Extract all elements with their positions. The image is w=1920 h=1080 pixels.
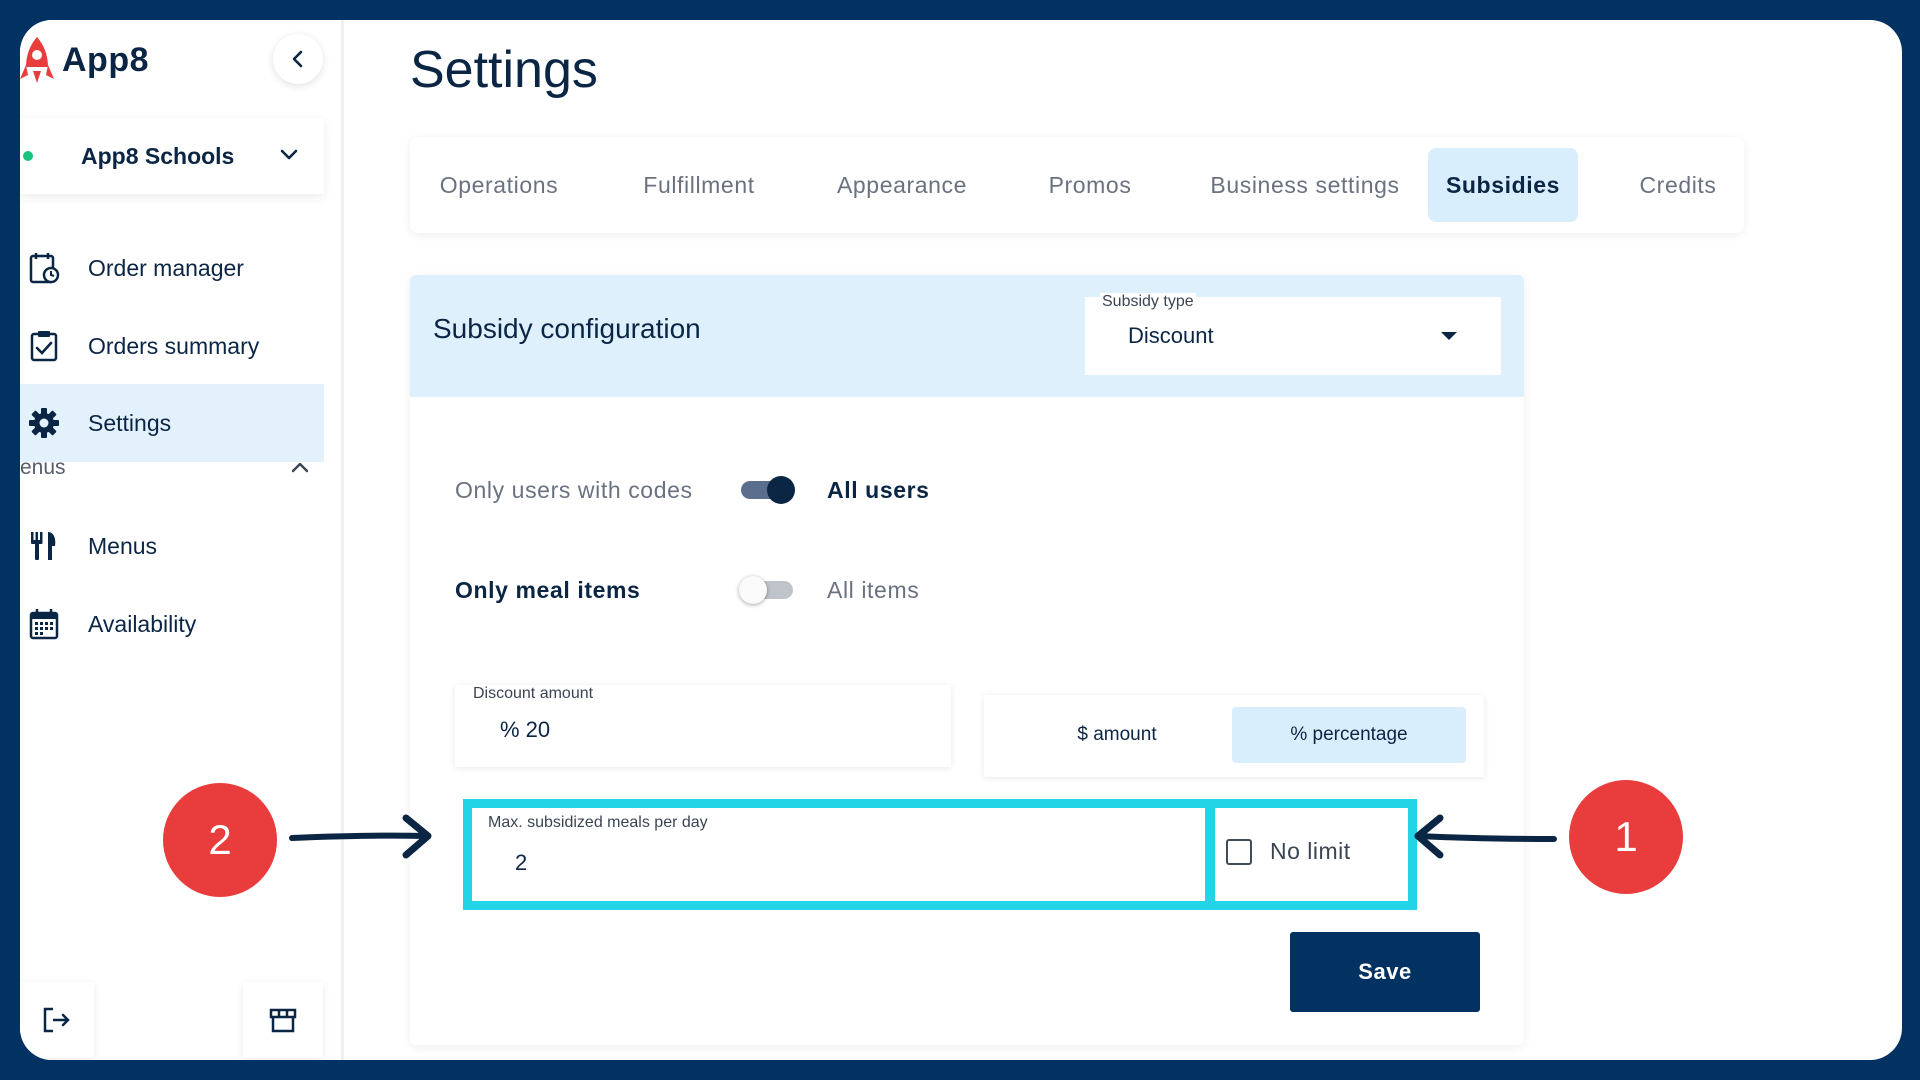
- rocket-logo-icon: [20, 37, 54, 83]
- users-toggle[interactable]: [741, 476, 795, 504]
- arrow-right-icon: [289, 814, 432, 859]
- sidebar-item-label: Settings: [88, 409, 172, 436]
- mode-amount-option[interactable]: $ amount: [994, 707, 1240, 763]
- chevron-left-icon: [292, 50, 303, 68]
- checkbox-box: [1226, 838, 1252, 865]
- order-manager-icon: [29, 253, 60, 284]
- users-toggle-right-label: All users: [827, 476, 930, 503]
- settings-tabs: Operations Fulfillment Appearance Promos…: [410, 137, 1744, 233]
- card-title: Subsidy configuration: [433, 313, 701, 344]
- logout-icon: [43, 1007, 70, 1033]
- no-limit-checkbox[interactable]: No limit: [1226, 838, 1351, 865]
- section-label: enus: [20, 456, 66, 479]
- tab-appearance[interactable]: Appearance: [820, 148, 984, 222]
- sidebar-item-label: Order manager: [88, 254, 244, 281]
- sidebar: App8 App8 Schools Order manager Orders s…: [20, 20, 344, 1060]
- gear-icon: [29, 408, 59, 438]
- discount-amount-field[interactable]: Discount amount % 20: [455, 685, 951, 767]
- app-window: App8 App8 Schools Order manager Orders s…: [20, 20, 1902, 1060]
- sidebar-item-availability[interactable]: Availability: [20, 585, 324, 663]
- callout-1: 1: [1569, 780, 1683, 894]
- sidebar-item-label: Orders summary: [88, 332, 260, 359]
- organization-selector[interactable]: App8 Schools: [20, 118, 324, 194]
- store-icon: [269, 1008, 297, 1033]
- discount-mode-toggle: $ amount % percentage: [984, 695, 1484, 777]
- toggle-knob: [767, 476, 795, 504]
- sidebar-item-label: Availability: [88, 610, 197, 637]
- clipboard-check-icon: [30, 331, 58, 362]
- save-button[interactable]: Save: [1290, 932, 1480, 1012]
- calendar-icon: [29, 609, 59, 640]
- caret-down-icon: [1441, 332, 1457, 340]
- collapse-sidebar-button[interactable]: [273, 34, 323, 84]
- organization-name: App8 Schools: [81, 142, 235, 169]
- items-toggle-row: Only meal items All items: [455, 570, 919, 610]
- items-toggle-right-label: All items: [827, 576, 920, 603]
- tab-operations[interactable]: Operations: [430, 148, 568, 222]
- menus-section-header[interactable]: enus: [20, 448, 324, 488]
- toggle-knob: [739, 576, 767, 604]
- sidebar-item-order-manager[interactable]: Order manager: [20, 229, 324, 307]
- sidebar-item-label: Menus: [88, 532, 158, 559]
- sidebar-item-orders-summary[interactable]: Orders summary: [20, 307, 324, 385]
- highlight-max-meals: [463, 799, 1215, 910]
- subsidy-config-card: Subsidy configuration Subsidy type Disco…: [410, 275, 1524, 1045]
- tab-promos[interactable]: Promos: [1040, 148, 1140, 222]
- subsidy-type-label: Subsidy type: [1100, 293, 1196, 311]
- store-button[interactable]: [243, 982, 323, 1058]
- brand: App8: [20, 30, 149, 90]
- items-toggle-left-label: Only meal items: [455, 576, 641, 603]
- discount-amount-label: Discount amount: [473, 685, 594, 702]
- subsidy-type-value: Discount: [1128, 323, 1214, 348]
- chevron-down-icon: [280, 149, 298, 160]
- logout-button[interactable]: [20, 982, 94, 1058]
- arrow-left-icon: [1414, 814, 1557, 859]
- status-dot: [23, 151, 33, 161]
- page-title: Settings: [410, 41, 598, 99]
- callout-2: 2: [163, 783, 277, 897]
- users-toggle-row: Only users with codes All users: [455, 470, 930, 510]
- app-name: App8: [62, 40, 149, 79]
- tab-credits[interactable]: Credits: [1622, 148, 1734, 222]
- card-header: Subsidy configuration Subsidy type Disco…: [410, 275, 1524, 397]
- chevron-up-icon: [291, 462, 309, 473]
- users-toggle-left-label: Only users with codes: [455, 476, 693, 503]
- discount-amount-value: % 20: [500, 717, 551, 742]
- sidebar-item-menus[interactable]: Menus: [20, 507, 324, 585]
- subsidy-type-select[interactable]: Subsidy type Discount: [1085, 293, 1501, 375]
- tab-fulfillment[interactable]: Fulfillment: [622, 148, 776, 222]
- fork-knife-icon: [31, 532, 56, 560]
- tab-business-settings[interactable]: Business settings: [1200, 148, 1410, 222]
- items-toggle[interactable]: [739, 576, 795, 604]
- mode-percentage-option[interactable]: % percentage: [1232, 707, 1466, 763]
- no-limit-label: No limit: [1270, 838, 1351, 864]
- tab-subsidies[interactable]: Subsidies: [1428, 148, 1578, 222]
